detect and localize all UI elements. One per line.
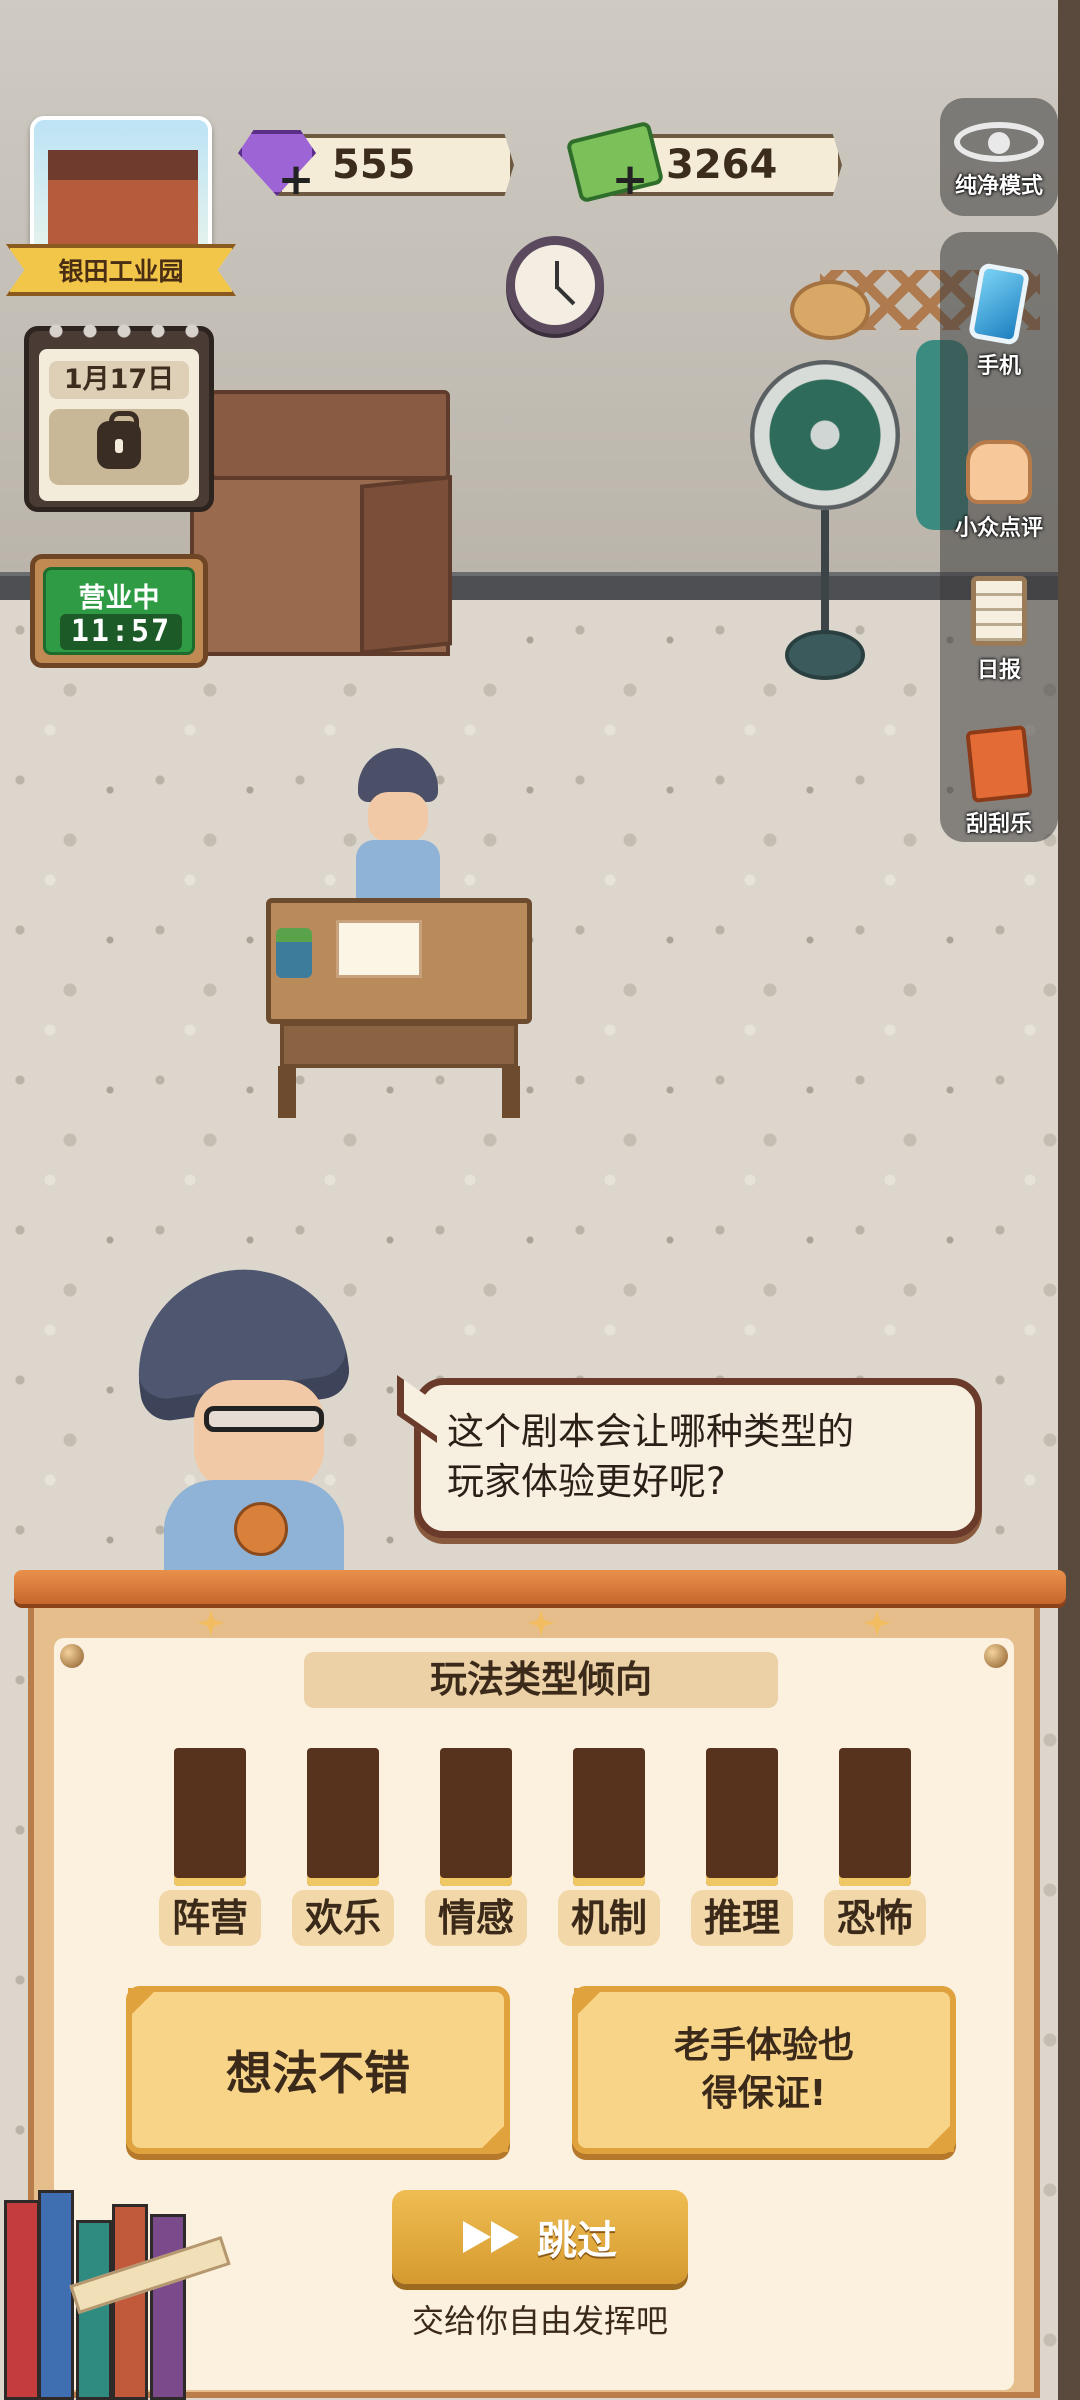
choice-left-label: 想法不错 [226,2046,410,2100]
add-cash-icon[interactable]: + [610,158,650,202]
category-bar-fun [307,1748,379,1886]
category-label: 恐怖 [824,1890,926,1946]
daily-report-button[interactable]: 日报 [940,576,1058,684]
dialogue-line-2: 玩家体验更好呢? [447,1460,726,1503]
pin-icon [984,1644,1008,1668]
pure-mode-label: 纯净模式 [954,174,1043,199]
reviews-label: 小众点评 [954,516,1043,541]
open-status: 营业中 [78,583,160,614]
potted-plant [276,928,312,978]
speech-bubble: 这个剧本会让哪种类型的 玩家体验更好呢? [397,1374,982,1538]
thumbs-up-icon [966,440,1032,504]
choice-veteran-experience-button[interactable]: 老手体验也 得保证! [572,1986,956,2154]
skip-hint: 交给你自由发挥吧 [411,2302,668,2340]
panel-header-bar [14,1570,1066,1604]
category-bar-deduction [706,1748,778,1886]
side-wall [1058,0,1080,2400]
fast-forward-icon [463,2221,521,2253]
phone-icon [967,262,1031,346]
phone-label: 手机 [976,354,1021,379]
wall-clock[interactable] [506,236,604,334]
category-bar-mechanics [573,1748,645,1886]
scratch-card-label: 刮刮乐 [965,812,1032,837]
eye-icon [954,122,1044,162]
skip-label: 跳过 [537,2218,617,2264]
category-bar-faction [174,1748,246,1886]
dialogue-line-1: 这个剧本会让哪种类型的 [447,1410,854,1453]
category-bar-horror [839,1748,911,1886]
gem-counter[interactable]: 555 + [238,130,518,202]
scratch-card-icon [965,725,1033,803]
choice-right-line-2: 得保证! [701,2073,827,2114]
choice-good-idea-button[interactable]: 想法不错 [126,1986,510,2154]
phone-button[interactable]: 手机 [940,262,1058,380]
reviews-button[interactable]: 小众点评 [940,440,1058,542]
skip-button[interactable]: 跳过 [392,2190,688,2284]
writer-character-seated[interactable] [350,748,446,908]
calendar-date: 1月17日 [49,361,189,399]
category-label: 机制 [558,1890,660,1946]
star-icon [198,1610,224,1636]
building-icon [30,116,212,266]
category-label: 阵营 [159,1890,261,1946]
daily-report-label: 日报 [976,658,1021,683]
calendar[interactable]: 1月17日 [24,319,214,512]
add-gems-icon[interactable]: + [276,158,316,202]
choice-right-line-1: 老手体验也 [673,2025,854,2066]
pin-icon [60,1644,84,1668]
location-card[interactable]: 银田工业园 [6,116,236,300]
game-time: 11:57 [60,614,182,650]
writer-character-portrait [125,1256,374,1570]
scratch-card-button[interactable]: 刮刮乐 [940,725,1058,838]
star-icon [864,1610,890,1636]
category-label: 情感 [425,1890,527,1946]
clipboard-icon [971,576,1027,646]
cash-counter[interactable]: 3264 + [565,120,844,204]
lock-icon [97,411,141,469]
book-stack [0,2180,231,2400]
business-status-sign[interactable]: 营业中 11:57 [30,554,208,668]
star-icon [528,1610,554,1636]
category-bar-emotion [440,1748,512,1886]
category-label: 欢乐 [292,1890,394,1946]
wooden-cabinet[interactable] [190,390,460,680]
pure-mode-button[interactable]: 纯净模式 [940,122,1058,200]
panel-title: 玩法类型倾向 [304,1652,778,1708]
location-name: 银田工业园 [6,244,236,296]
open-notebook [336,920,422,978]
category-label: 推理 [691,1890,793,1946]
standing-fan[interactable] [750,360,900,690]
writing-desk[interactable] [266,898,532,1118]
